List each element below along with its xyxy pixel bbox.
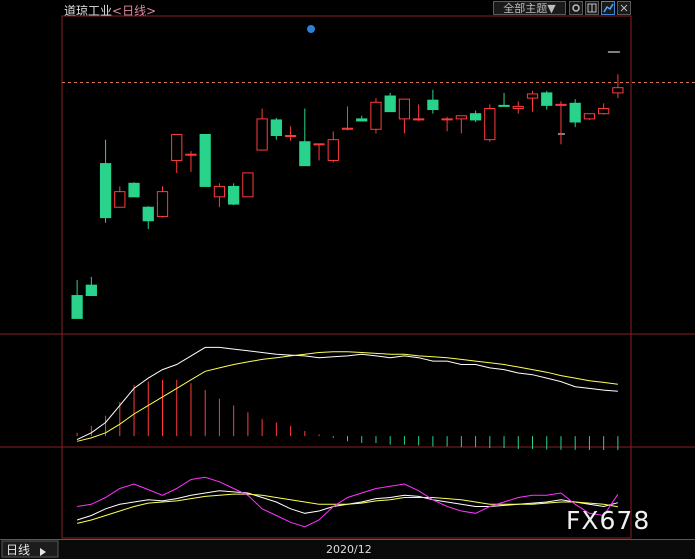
candle-up	[583, 113, 596, 120]
candle-down	[469, 113, 482, 121]
candle-up	[398, 98, 411, 120]
candle-down	[299, 141, 311, 167]
candle-up	[156, 191, 169, 218]
candle-up	[484, 107, 496, 141]
chart-window: 道琼工业<日线> 全部主题▼ FX678 日线 2020/12	[0, 0, 695, 559]
candle-down	[128, 182, 140, 198]
candle-up	[455, 115, 467, 120]
candle-down	[384, 95, 396, 113]
candle-down	[85, 284, 97, 297]
candle-up	[370, 101, 382, 130]
candle-up	[284, 135, 297, 138]
candle-up	[171, 133, 183, 161]
candle-up	[242, 172, 254, 198]
candle-up	[598, 107, 610, 115]
kdj-d-line	[76, 493, 618, 524]
macd-diff-line	[76, 346, 618, 441]
candle-up	[512, 105, 524, 109]
candle-up	[413, 118, 425, 121]
candle-up	[441, 118, 453, 121]
candle-down	[199, 133, 211, 187]
chart-canvas	[0, 15, 695, 539]
candle-up	[185, 153, 197, 156]
candle-up	[555, 103, 567, 106]
candle-up	[612, 87, 624, 94]
candle-down	[142, 206, 154, 222]
candle-up	[327, 139, 339, 161]
bottom-tab-bar: 日线 2020/12	[0, 539, 695, 559]
candle-up	[213, 185, 226, 198]
watermark-logo: FX678	[566, 506, 651, 535]
candle-down	[569, 102, 581, 123]
candle-down	[541, 92, 553, 106]
candle-up	[313, 143, 325, 146]
candle-down	[270, 119, 282, 137]
candle-up	[114, 191, 126, 208]
candle-up	[256, 118, 268, 151]
candle-down	[71, 295, 83, 319]
candle-up	[341, 127, 354, 130]
candle-down	[99, 163, 112, 219]
tab-daily-label: 日线	[6, 543, 30, 557]
candle-down	[498, 104, 510, 107]
candle-down	[427, 99, 439, 111]
candle-down	[228, 185, 240, 205]
candle-down	[356, 118, 368, 122]
date-axis-label: 2020/12	[326, 543, 372, 556]
macd-dea-line	[76, 351, 618, 442]
candle-up	[526, 93, 539, 99]
event-marker-icon	[307, 25, 315, 33]
